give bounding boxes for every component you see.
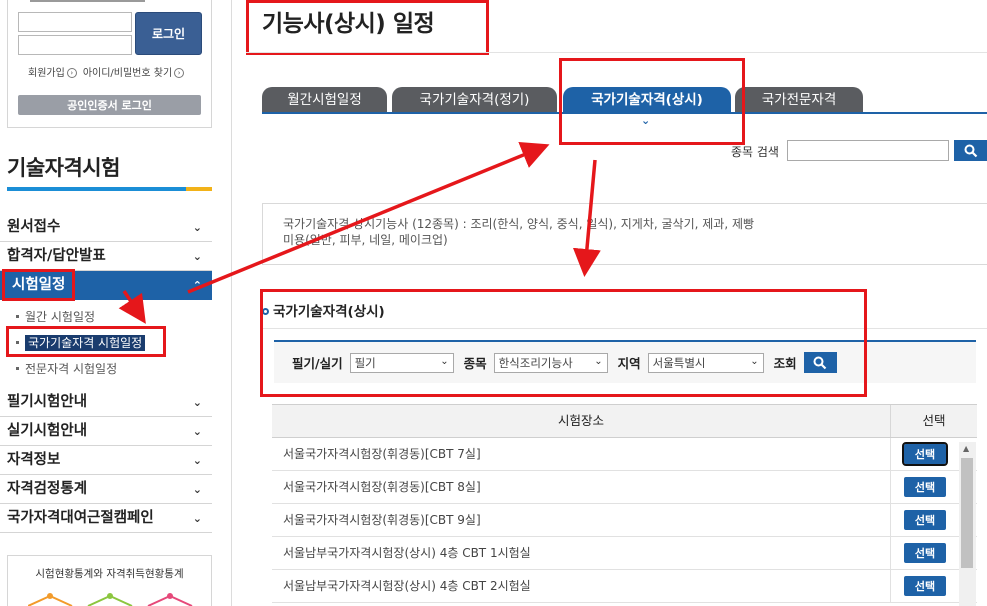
tab-technical-regular[interactable]: 국가기술자격(정기) [392, 87, 557, 113]
venue-name: 서울국가자격시험장(휘경동)[CBT 9실] [272, 504, 891, 536]
sidebar-item-schedule[interactable]: 시험일정 ⌃ [0, 269, 212, 301]
sidebar-title-bar [7, 187, 212, 191]
venue-name: 서울국가자격시험장(휘경동)[CBT 8실] [272, 471, 891, 503]
sidebar-item-label: 원서접수 [7, 219, 61, 235]
chevron-up-icon: ⌃ [192, 279, 202, 292]
select-button[interactable]: 선택 [904, 510, 946, 530]
table-header: 시험장소 선택 [272, 404, 977, 438]
search-label: 종목 검색 [731, 145, 779, 159]
search-button[interactable] [954, 140, 987, 161]
venue-table: 시험장소 선택 서울국가자격시험장(휘경동)[CBT 7실] 선택 서울국가자격… [272, 404, 977, 603]
sidebar-item-campaign[interactable]: 국가자격대여근절캠페인 ⌄ [0, 504, 212, 533]
annotation-box [6, 326, 166, 357]
table-row: 서울남부국가자격시험장(상시) 4층 CBT 2시험실 선택 [272, 570, 977, 603]
cert-login-button[interactable]: 공인인증서 로그인 [18, 95, 201, 115]
sidebar-item-label: 국가자격대여근절캠페인 [7, 510, 154, 526]
info-line: 미용(일반, 피부, 네일, 메이크업) [283, 233, 448, 247]
info-line: 국가기술자격 상시기능사 (12종목) : 조리(한식, 양식, 중식, 일식)… [283, 217, 755, 231]
annotation-box [246, 0, 489, 55]
table-row: 서울남부국가자격시험장(상시) 4층 CBT 1시험실 선택 [272, 537, 977, 570]
scrollbar-thumb[interactable] [961, 458, 973, 568]
select-button[interactable]: 선택 [902, 442, 948, 466]
select-button[interactable]: 선택 [904, 543, 946, 563]
stats-title: 시험현황통계와 자격취득현황통계 [35, 568, 184, 580]
login-box: 로그인 회원가입 › 아이디/비밀번호 찾기 › 공인인증서 로그인 [7, 0, 212, 128]
sidebar-item-application[interactable]: 원서접수 ⌄ [0, 213, 212, 242]
password-input[interactable] [18, 35, 132, 55]
circle-arrow-icon: › [66, 68, 77, 78]
chevron-down-icon: ⌄ [192, 221, 202, 234]
table-row: 서울국가자격시험장(휘경동)[CBT 9실] 선택 [272, 504, 977, 537]
chevron-down-icon: ⌄ [192, 454, 202, 467]
schedule-submenu: 월간 시험일정 국가기술자격 시험일정 전문자격 시험일정 [0, 300, 212, 388]
login-links: 회원가입 › 아이디/비밀번호 찾기 › [28, 64, 185, 79]
title-divider [246, 52, 987, 53]
sidebar-item-written-exam[interactable]: 필기시험안내 ⌄ [0, 388, 212, 417]
table-row: 서울국가자격시험장(휘경동)[CBT 8실] 선택 [272, 471, 977, 504]
table-row: 서울국가자격시험장(휘경동)[CBT 7실] 선택 [272, 438, 977, 471]
sidebar-item-label: 합격자/답안발표 [7, 248, 106, 264]
login-button[interactable]: 로그인 [135, 12, 202, 55]
sidebar-item-results[interactable]: 합격자/답안발표 ⌄ [0, 242, 212, 271]
signup-link[interactable]: 회원가입 › [28, 64, 77, 79]
sidebar-item-label: 자격검정통계 [7, 481, 88, 497]
venue-name: 서울남부국가자격시험장(상시) 4층 CBT 1시험실 [272, 537, 891, 569]
sidebar-item-label: 시험일정 [12, 277, 66, 293]
sidebar-item-statistics[interactable]: 자격검정통계 ⌄ [0, 475, 212, 504]
title-bar-accent [186, 187, 212, 191]
sidebar-item-practical-exam[interactable]: 실기시험안내 ⌄ [0, 417, 212, 446]
page: 로그인 회원가입 › 아이디/비밀번호 찾기 › 공인인증서 로그인 기술자격시험 … [0, 0, 987, 606]
sidebar-item-label: 필기시험안내 [7, 394, 88, 410]
submenu-label: 전문자격 시험일정 [25, 362, 118, 376]
select-button[interactable]: 선택 [904, 477, 946, 497]
annotation-box [559, 58, 745, 145]
schedule-highlight-box: 시험일정 [2, 269, 76, 301]
stats-graph-icon [28, 593, 193, 606]
find-account-link[interactable]: 아이디/비밀번호 찾기 › [83, 64, 185, 79]
submenu-national-technical[interactable]: 국가기술자격 시험일정 [0, 326, 212, 357]
search-input[interactable] [787, 140, 949, 161]
chevron-down-icon: ⌄ [192, 512, 202, 525]
sidebar-item-label: 실기시험안내 [7, 423, 88, 439]
circle-arrow-icon: › [174, 68, 185, 78]
sidebar-item-qualification-info[interactable]: 자격정보 ⌄ [0, 446, 212, 475]
sidebar-item-label: 자격정보 [7, 452, 61, 468]
sidebar-title: 기술자격시험 [7, 156, 120, 180]
submenu-professional[interactable]: 전문자격 시험일정 [0, 356, 212, 382]
id-input[interactable] [18, 12, 132, 32]
tab-monthly[interactable]: 월간시험일정 [262, 87, 387, 113]
tab-professional[interactable]: 국가전문자격 [735, 87, 863, 113]
scroll-up-icon[interactable]: ▲ [963, 444, 969, 453]
annotation-box [260, 289, 867, 397]
stats-banner[interactable]: 시험현황통계와 자격취득현황통계 [7, 555, 212, 606]
chevron-down-icon: ⌄ [192, 483, 202, 496]
sidebar: 로그인 회원가입 › 아이디/비밀번호 찾기 › 공인인증서 로그인 기술자격시험 … [0, 0, 222, 606]
search-icon [964, 144, 977, 157]
sidebar-divider [231, 0, 232, 606]
table-scrollbar[interactable]: ▲ [959, 442, 976, 606]
sidebar-menu: 원서접수 ⌄ 합격자/답안발표 ⌄ 시험일정 ⌃ 월간 시험일정 국가기술자격 … [0, 213, 212, 533]
venue-name: 서울남부국가자격시험장(상시) 4층 CBT 2시험실 [272, 570, 891, 602]
venue-name: 서울국가자격시험장(휘경동)[CBT 7실] [272, 438, 891, 470]
chevron-down-icon: ⌄ [192, 425, 202, 438]
chevron-down-icon: ⌄ [192, 250, 202, 263]
submenu-label: 월간 시험일정 [25, 310, 96, 324]
login-top-tab [30, 0, 145, 2]
select-button[interactable]: 선택 [904, 576, 946, 596]
column-header-place: 시험장소 [272, 405, 891, 437]
chevron-down-icon: ⌄ [192, 396, 202, 409]
column-header-select: 선택 [922, 413, 946, 428]
info-box: 국가기술자격 상시기능사 (12종목) : 조리(한식, 양식, 중식, 일식)… [262, 203, 987, 265]
